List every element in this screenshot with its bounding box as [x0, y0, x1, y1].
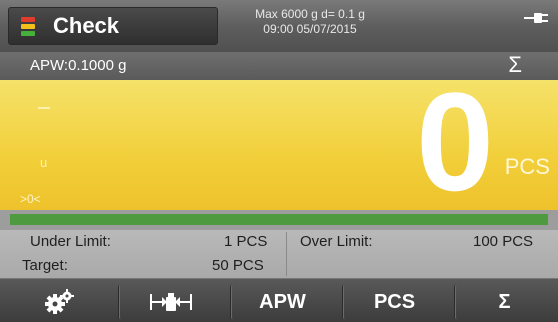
stable-indicator [38, 107, 50, 109]
traffic-light-icon [17, 16, 39, 37]
progress-fill [10, 214, 548, 225]
count-value: 0 [416, 63, 494, 220]
over-limit-label: Over Limit: [300, 233, 373, 250]
capacity-text: Max 6000 g d= 0.1 g [255, 7, 365, 21]
target-label: Target: [22, 257, 68, 274]
tare-button[interactable] [118, 285, 222, 319]
mode-button[interactable]: Check [8, 7, 218, 45]
status-bar: Check Max 6000 g d= 0.1 g 09:00 05/07/20… [0, 0, 558, 52]
limits-panel: Under Limit: 1 PCS Target: 50 PCS Over L… [0, 230, 558, 278]
apw-value: APW:0.1000 g [30, 57, 127, 74]
under-limit-label: Under Limit: [30, 233, 111, 250]
weight-display: u >0< 0 PCS [0, 72, 558, 212]
pcs-button-label: PCS [373, 290, 416, 313]
count-unit: PCS [504, 154, 550, 179]
settings-button[interactable] [10, 285, 110, 319]
target-value: 50 PCS [212, 257, 264, 274]
over-limit-value: 100 PCS [473, 233, 534, 250]
pcs-button[interactable]: PCS [342, 285, 446, 319]
zero-indicator: >0< [20, 192, 41, 206]
settings-gear-icon [45, 289, 74, 314]
limits-divider [286, 232, 287, 276]
under-indicator: u [40, 155, 48, 170]
under-limit-value: 1 PCS [224, 233, 268, 250]
accumulate-button[interactable]: Σ [454, 285, 554, 319]
softkey-bar: APW PCS Σ [0, 278, 558, 322]
progress-track [10, 214, 548, 225]
apw-button-label: APW [259, 290, 306, 313]
plug-icon [524, 13, 548, 23]
datetime-text: 09:00 05/07/2015 [263, 22, 357, 36]
tare-icon [149, 293, 192, 311]
header-info: Max 6000 g d= 0.1 g 09:00 05/07/2015 [230, 7, 390, 37]
mode-label: Check [53, 13, 120, 38]
sigma-button-label: Σ [498, 290, 511, 313]
apw-button[interactable]: APW [230, 285, 334, 319]
checkweigh-bar [0, 210, 558, 230]
sigma-icon[interactable]: Σ [508, 52, 522, 78]
